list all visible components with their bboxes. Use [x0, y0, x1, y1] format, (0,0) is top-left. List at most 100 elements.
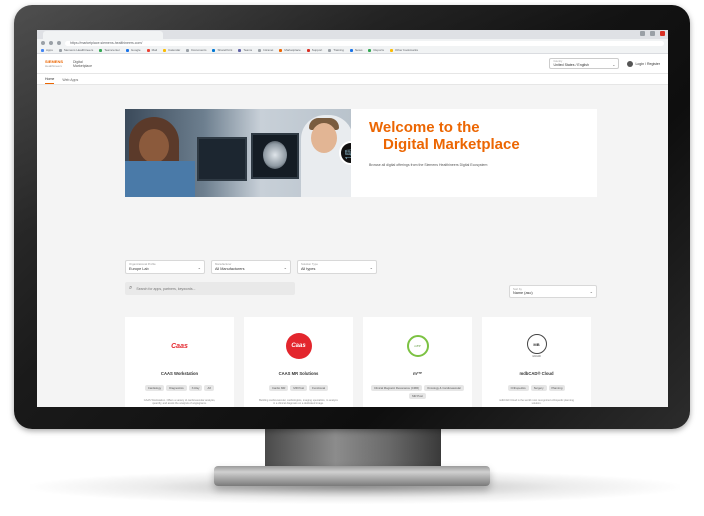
- app-card-description: mdbCAD Cloud is the world most recognize…: [499, 399, 574, 406]
- tag-chip[interactable]: Planning: [548, 385, 566, 391]
- app-card-title: mdbCAD® Cloud: [519, 371, 554, 376]
- app-card[interactable]: mTP m²ᵀᴾ Clinical Magnetic Resonance (CMR)…: [363, 317, 472, 407]
- chevron-down-icon: ⌄: [197, 265, 201, 270]
- app-card-grid: Caas CAAS Workstation Cardiology Diagnostic…: [125, 317, 591, 407]
- login-button[interactable]: Login / Register: [627, 60, 660, 67]
- hero-subtitle: Browse all digital offerings from the Si…: [369, 163, 488, 167]
- siemens-logo[interactable]: SIEMENS Healthineers: [45, 59, 63, 68]
- bookmark-label: Apps: [46, 48, 53, 52]
- filter-organizational-profile[interactable]: Organizational Profile Europe Lab ⌄: [125, 260, 205, 274]
- main-content: 🛒 Welcome to the Digital Marketplace Bro…: [37, 85, 668, 407]
- app-card-tags: Clinical Magnetic Resonance (CMR) Oncolog…: [368, 385, 468, 399]
- filter-manufacturer[interactable]: Manufacturer All Manufacturers ⌄: [211, 260, 291, 274]
- app-logo-mark: Caas: [171, 342, 188, 350]
- app-logo: Caas: [171, 331, 188, 361]
- chevron-down-icon: ⌄: [283, 265, 287, 270]
- bookmark-favicon-icon: [306, 48, 310, 52]
- monitor-stand-base: [214, 466, 490, 486]
- bookmark-label: Other bookmarks: [394, 48, 418, 52]
- bookmark-favicon-icon: [349, 48, 353, 52]
- bookmark-item[interactable]: Other bookmarks: [389, 48, 418, 52]
- browser-tab[interactable]: [43, 31, 163, 39]
- bookmark-item[interactable]: Mail: [146, 48, 157, 52]
- user-icon: [627, 60, 634, 67]
- app-card[interactable]: Caas CAAS Workstation Cardiology Diagnostic…: [125, 317, 234, 407]
- app-card[interactable]: Caas CAAS MR Solutions Cardio MR MR Post Fun…: [244, 317, 353, 407]
- tab-web-apps[interactable]: Web Apps: [62, 78, 78, 84]
- bookmark-favicon-icon: [238, 48, 242, 52]
- app-card-title: m²ᵀᴾ: [413, 371, 422, 376]
- bookmark-favicon-icon: [186, 48, 190, 52]
- tag-chip[interactable]: Functional: [309, 385, 328, 391]
- chevron-down-icon: ⌄: [612, 62, 616, 67]
- address-bar: https://marketplace.siemens-healthineers…: [37, 39, 668, 47]
- bookmark-item[interactable]: Training: [328, 48, 344, 52]
- tag-chip[interactable]: Clinical Magnetic Resonance (CMR): [371, 385, 423, 391]
- search-icon[interactable]: ⌕: [129, 285, 132, 292]
- bookmark-favicon-icon: [368, 48, 372, 52]
- filter-label: Organizational Profile: [129, 262, 156, 266]
- app-card[interactable]: MB mbCAD mdbCAD® Cloud Orthopedics Surgery Pl…: [482, 317, 591, 407]
- sort-dropdown[interactable]: Sort by Name (asc) ⌄: [509, 285, 597, 298]
- tab-home[interactable]: Home: [45, 77, 55, 84]
- tag-chip[interactable]: MR Post: [290, 385, 308, 391]
- bookmarks-bar: Apps Siemens Healthineers Teamcenter Google…: [37, 47, 668, 54]
- login-label: Login / Register: [635, 61, 660, 66]
- tag-chip[interactable]: Oncology & Cardiovascular: [424, 385, 464, 391]
- close-icon[interactable]: [660, 31, 665, 36]
- filter-label: Solution Type: [301, 262, 318, 266]
- hero-scrubs: [125, 161, 195, 197]
- bookmark-item[interactable]: Google: [125, 48, 141, 52]
- hero-title-line2: Digital Marketplace: [383, 136, 520, 153]
- hero-person-2-face: [311, 123, 337, 153]
- bookmark-favicon-icon: [212, 48, 216, 52]
- app-card-description: Building cardiovascular, cardiologists, …: [259, 399, 338, 406]
- forward-icon[interactable]: [49, 41, 53, 45]
- tag-chip[interactable]: X-Ray: [188, 385, 203, 391]
- tag-chip[interactable]: Orthopedics: [507, 385, 529, 391]
- tag-chip[interactable]: Cardiology: [144, 385, 165, 391]
- url-field[interactable]: https://marketplace.siemens-healthineers…: [65, 40, 664, 46]
- bookmark-item[interactable]: Documents: [186, 48, 206, 52]
- bookmark-label: Siemens Healthineers: [63, 48, 94, 52]
- app-name-line2: Marketplace: [73, 63, 93, 68]
- hero-image: 🛒: [125, 109, 351, 197]
- tag-chip[interactable]: Surgery: [530, 385, 547, 391]
- search-bar: ⌕: [125, 282, 295, 295]
- app-logo-mark: mTP: [406, 335, 429, 357]
- tag-chip[interactable]: Cardio MR: [268, 385, 289, 391]
- tag-chip[interactable]: AX: [204, 385, 215, 391]
- bookmark-item[interactable]: SharePoint: [212, 48, 232, 52]
- bookmark-item[interactable]: Siemens Healthineers: [58, 48, 94, 52]
- country-selector[interactable]: Country United States / English ⌄: [549, 58, 620, 69]
- filter-label: Manufacturer: [215, 262, 232, 266]
- bookmark-item[interactable]: Teams: [238, 48, 252, 52]
- bookmark-item[interactable]: Reports: [368, 48, 384, 52]
- reload-icon[interactable]: [57, 41, 61, 45]
- monitor-stand-neck: [265, 424, 441, 472]
- bookmark-item[interactable]: Support: [306, 48, 322, 52]
- search-input[interactable]: [136, 286, 287, 291]
- bookmark-item[interactable]: Teamcenter: [99, 48, 120, 52]
- bookmark-item[interactable]: Calendar: [163, 48, 180, 52]
- back-icon[interactable]: [41, 41, 45, 45]
- bookmark-item[interactable]: Intranet: [258, 48, 273, 52]
- chevron-down-icon: ⌄: [589, 289, 593, 294]
- maximize-icon[interactable]: [650, 31, 655, 36]
- filter-solution-type[interactable]: Solution Type All types ⌄: [297, 260, 377, 274]
- bookmark-label: Intranet: [263, 48, 274, 52]
- country-value: United States / English: [553, 63, 589, 67]
- sub-navigation: Home Web Apps: [37, 74, 668, 85]
- sort-value: Name (asc): [513, 291, 533, 295]
- app-card-title: CAAS Workstation: [160, 371, 199, 376]
- tag-chip[interactable]: Diagnostics: [166, 385, 187, 391]
- bookmark-item[interactable]: News: [349, 48, 362, 52]
- hero-lung-scan: [263, 141, 287, 169]
- app-header: SIEMENS Healthineers Digital Marketplace…: [37, 54, 668, 74]
- minimize-icon[interactable]: [640, 31, 645, 36]
- bookmark-item[interactable]: Marketplace: [279, 48, 301, 52]
- bookmark-label: Teams: [243, 48, 253, 52]
- tag-chip[interactable]: MR Post: [409, 393, 426, 399]
- bookmark-item[interactable]: Apps: [41, 48, 53, 52]
- hero-monitor-1: [197, 137, 247, 181]
